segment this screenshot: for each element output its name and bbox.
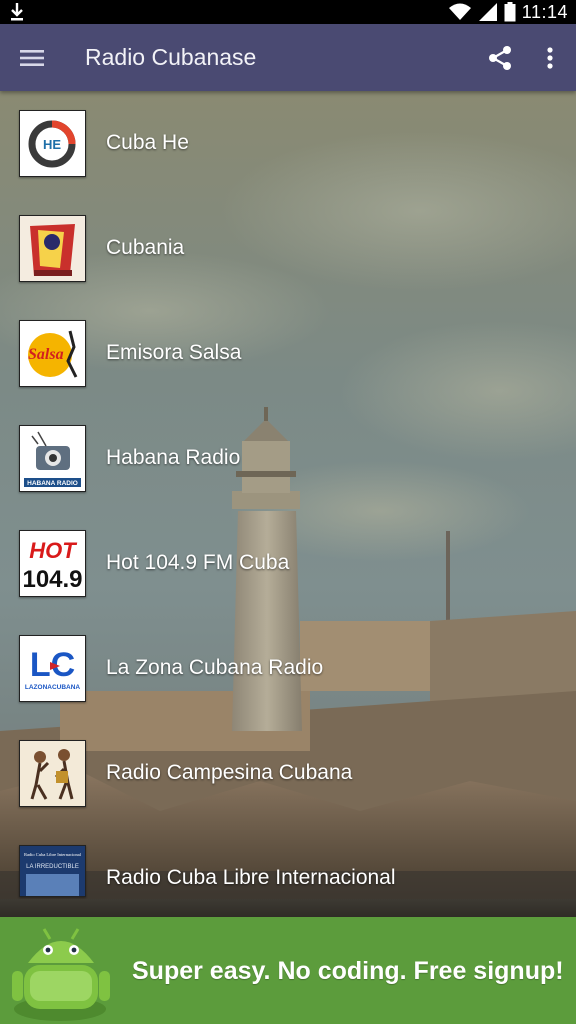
app-bar: Radio Cubanase — [0, 24, 576, 91]
app-title: Radio Cubanase — [85, 44, 257, 70]
station-name: La Zona Cubana Radio — [106, 656, 324, 679]
habana-logo-text: HABANA RADIO — [27, 480, 78, 487]
menu-icon[interactable] — [18, 44, 48, 72]
list-item[interactable]: Radio Campesina Cubana — [0, 721, 576, 826]
station-logo — [19, 215, 86, 282]
station-logo — [19, 740, 86, 807]
station-logo: LC LAZONACUBANA — [19, 635, 86, 702]
list-bottom-edge — [0, 899, 576, 917]
android-mascot-icon — [12, 928, 110, 1021]
wifi-icon — [448, 3, 471, 20]
station-logo: HABANA RADIO — [19, 425, 86, 492]
station-name: Cubania — [106, 236, 185, 259]
download-icon — [11, 3, 23, 21]
status-bar: 11:14 — [0, 0, 576, 24]
cuba-libre-logo-text: Radio Cuba Libre Internacional — [24, 852, 82, 857]
salsa-logo-text: Salsa — [28, 346, 64, 363]
list-item[interactable]: HOT 104.9 Hot 104.9 FM Cuba — [0, 511, 576, 616]
hot-logo-text: HOT — [29, 538, 77, 563]
station-logo: HOT 104.9 — [19, 530, 86, 597]
station-name: Radio Cuba Libre Internacional — [106, 866, 396, 889]
cuba-he-logo-text: HE — [43, 137, 61, 152]
station-logo: Radio Cuba Libre Internacional LA IRREDU… — [19, 845, 86, 897]
station-name: Cuba He — [106, 131, 189, 154]
status-time: 11:14 — [521, 1, 568, 22]
station-list: HE Cuba He Cubania Salsa Emisora Salsa H… — [0, 91, 576, 901]
cuba-libre-logo-sub: LA IRREDUCTIBLE — [26, 864, 79, 870]
station-name: Radio Campesina Cubana — [106, 761, 353, 784]
signal-icon — [478, 3, 497, 21]
list-item[interactable]: Cubania — [0, 196, 576, 301]
battery-icon — [504, 2, 516, 22]
lc-logo-sub: LAZONACUBANA — [25, 684, 81, 691]
ad-banner[interactable]: Super easy. No coding. Free signup! — [0, 917, 576, 1024]
share-icon[interactable] — [486, 44, 514, 72]
list-item[interactable]: HABANA RADIO Habana Radio — [0, 406, 576, 511]
station-logo: HE — [19, 110, 86, 177]
list-item[interactable]: Salsa Emisora Salsa — [0, 301, 576, 406]
station-name: Habana Radio — [106, 446, 241, 469]
more-vert-icon[interactable] — [538, 44, 562, 72]
list-item[interactable]: HE Cuba He — [0, 91, 576, 196]
list-item[interactable]: LC LAZONACUBANA La Zona Cubana Radio — [0, 616, 576, 721]
station-logo: Salsa — [19, 320, 86, 387]
hot-logo-number: 104.9 — [22, 566, 82, 593]
ad-text: Super easy. No coding. Free signup! — [132, 957, 564, 985]
station-name: Hot 104.9 FM Cuba — [106, 551, 290, 574]
station-name: Emisora Salsa — [106, 341, 242, 364]
